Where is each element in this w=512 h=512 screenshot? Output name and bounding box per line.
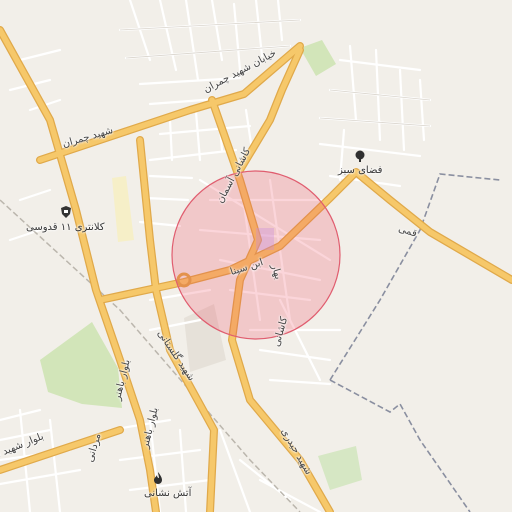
fire-station-label[interactable]: آتش نشانی bbox=[144, 488, 191, 500]
park-area-north bbox=[300, 40, 336, 76]
map-canvas bbox=[0, 0, 512, 512]
park-area-south bbox=[318, 446, 362, 490]
highlight-building bbox=[256, 228, 274, 250]
green-space-label[interactable]: فضای سبز bbox=[338, 165, 382, 177]
sand-area bbox=[112, 176, 134, 242]
police-station-label[interactable]: کلانتری ۱۱ قدوسی bbox=[26, 222, 105, 234]
map-view[interactable]: خیابان شهید چمران شهید چمران کاشانی آسما… bbox=[0, 0, 512, 512]
highlight-radius[interactable] bbox=[171, 170, 341, 340]
